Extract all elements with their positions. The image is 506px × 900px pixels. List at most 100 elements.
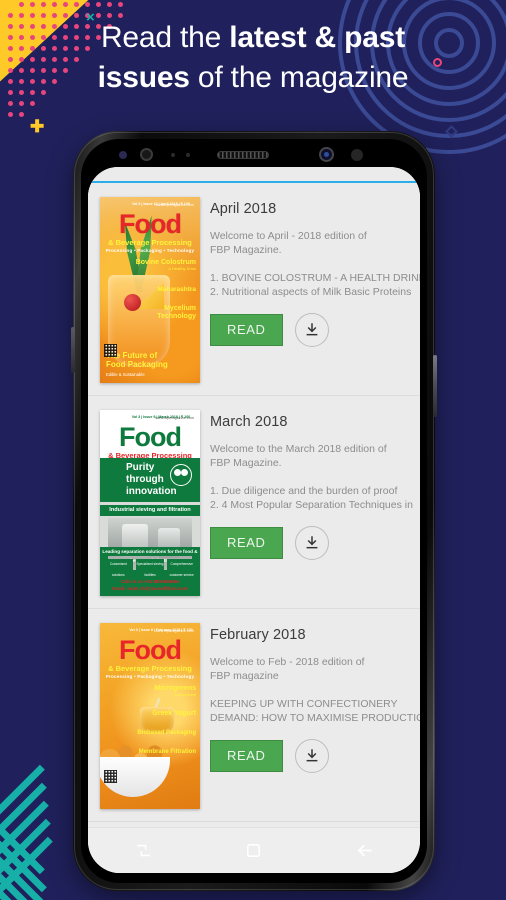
proximity-sensor-icon xyxy=(140,148,153,161)
download-button[interactable] xyxy=(294,526,329,560)
download-icon xyxy=(306,749,317,762)
iris-sensor-icon xyxy=(119,151,127,159)
qr-code-graphic xyxy=(104,770,117,783)
cover-masthead: Food & Beverage Processing Processing • … xyxy=(100,637,200,679)
headline-line-2: issues of the magazine xyxy=(0,58,506,98)
cover-headlines: Microgreens A Superfood Greek Yogurt Bio… xyxy=(134,685,196,755)
cover-masthead-food: Food xyxy=(119,422,182,452)
chevron-arm xyxy=(0,871,51,900)
dot xyxy=(118,2,123,7)
read-button[interactable]: READ xyxy=(210,527,283,559)
headline-bold-2: issues xyxy=(97,61,190,94)
chevron-arm xyxy=(0,853,49,900)
light-sensor-icon xyxy=(171,153,175,157)
advertiser-logo-icon xyxy=(170,464,192,486)
dot xyxy=(85,2,90,7)
cover-masthead: Food & Beverage Processing Processing • … xyxy=(100,211,200,253)
power-button[interactable] xyxy=(433,355,437,417)
magazine-cover-february[interactable]: www.fbpmagazine.com Vol 3 | Issue 8 | Fe… xyxy=(100,623,200,809)
issue-actions: READ xyxy=(210,739,420,773)
front-camera-icon xyxy=(319,147,334,162)
poster-headline: Read the latest & past issues of the mag… xyxy=(0,18,506,98)
download-icon xyxy=(306,536,317,549)
cover-issue-line: Vol 3 | Issue 9 | March 2018 | ₹ 100 xyxy=(131,415,191,419)
cover-masthead-tagline: Processing • Packaging • Technology xyxy=(105,673,195,679)
cover-box-2: Specialised sieving facilities xyxy=(135,559,165,577)
cover-box-3: Comprehensive customer service xyxy=(167,559,197,577)
back-arrow-icon xyxy=(357,844,372,857)
cover-masthead-tagline: Processing • Packaging • Technology xyxy=(105,247,195,253)
issue-description: Welcome to April - 2018 edition of FBP M… xyxy=(210,230,367,256)
download-button[interactable] xyxy=(294,739,329,773)
issue-actions: READ xyxy=(210,526,420,560)
recent-apps-icon xyxy=(136,844,150,857)
issue-description: Welcome to Feb - 2018 edition of FBP mag… xyxy=(210,656,365,682)
magazine-cover-march[interactable]: www.fbpmagazine.com Vol 3 | Issue 9 | Ma… xyxy=(100,410,200,596)
dot xyxy=(8,101,13,106)
list-item[interactable]: www.fbpmagazine.com Vol 3 | Issue 8 | Fe… xyxy=(88,609,420,822)
sensor-dot-icon xyxy=(186,153,190,157)
chevron-arm xyxy=(0,836,53,894)
cover-masthead-sub: & Beverage Processing xyxy=(108,664,192,673)
dot xyxy=(74,2,79,7)
cover-purity-text: Purity through innovation xyxy=(126,462,177,497)
cover-masthead-food: Food xyxy=(119,635,182,665)
dot xyxy=(30,2,35,7)
recents-button[interactable] xyxy=(120,834,166,868)
chevron-arm xyxy=(0,889,53,900)
dot xyxy=(19,112,24,117)
list-item[interactable]: www.fbpmagazine.com Vol 3 | Issue 10 | A… xyxy=(88,183,420,396)
cover-issue-line: Vol 3 | Issue 10 | April 2018 | ₹ 100 xyxy=(132,202,190,206)
dot xyxy=(52,2,57,7)
cover-contact: Call us on +91 8800558656 Email: sales.r… xyxy=(100,578,200,592)
cover-solution-bar: Leading separation solutions for the foo… xyxy=(100,547,200,563)
phone-screen: www.fbpmagazine.com Vol 3 | Issue 10 | A… xyxy=(88,167,420,873)
back-button[interactable] xyxy=(342,834,388,868)
headline-normal-1: Read the xyxy=(100,21,230,54)
android-nav-bar xyxy=(88,827,420,873)
cover-masthead-food: Food xyxy=(119,209,182,239)
magazine-app: www.fbpmagazine.com Vol 3 | Issue 10 | A… xyxy=(88,167,420,873)
list-item[interactable]: www.fbpmagazine.com Vol 3 | Issue 9 | Ma… xyxy=(88,396,420,609)
issue-contents: 1. BOVINE COLOSTRUM - A HEALTH DRINK 2. … xyxy=(210,272,420,298)
volume-button[interactable] xyxy=(71,327,75,373)
read-button[interactable]: READ xyxy=(210,740,283,772)
chevron-arm xyxy=(0,817,45,875)
dot xyxy=(8,112,13,117)
dot xyxy=(41,2,46,7)
cover-headline-3: Maharashtra xyxy=(157,285,196,293)
phone-bezel: www.fbpmagazine.com Vol 3 | Issue 10 | A… xyxy=(81,139,427,883)
magazine-cover-april[interactable]: www.fbpmagazine.com Vol 3 | Issue 10 | A… xyxy=(100,197,200,383)
issue-info: April 2018 Welcome to April - 2018 editi… xyxy=(210,197,420,383)
poster-root: × ✚ Read the latest & past issues of the… xyxy=(0,0,506,900)
download-icon xyxy=(306,323,317,336)
dot xyxy=(30,101,35,106)
cover-feature-boxes: Customised solutions Specialised sieving… xyxy=(104,559,197,577)
qr-code-graphic xyxy=(104,344,117,357)
cover-headlines: Bovine Colostrum A Healthy Drink Maharas… xyxy=(134,259,196,321)
blue-diamond-decoration xyxy=(445,125,458,138)
chevron-arm xyxy=(0,818,51,876)
issue-description: Welcome to the March 2018 edition of FBP… xyxy=(210,443,387,469)
issue-title: March 2018 xyxy=(210,414,288,430)
download-button[interactable] xyxy=(294,313,329,347)
headline-normal-2: of the magazine xyxy=(189,61,409,94)
cover-contact-phone: Call us on +91 8800558656 xyxy=(121,579,179,584)
issue-actions: READ xyxy=(210,313,420,347)
headline-bold-1: latest & past xyxy=(229,21,406,54)
chevron-arm xyxy=(0,782,47,840)
home-button[interactable] xyxy=(231,834,277,868)
issue-info: March 2018 Welcome to the March 2018 edi… xyxy=(210,410,420,596)
issue-list[interactable]: www.fbpmagazine.com Vol 3 | Issue 10 | A… xyxy=(88,183,420,873)
issue-contents: KEEPING UP WITH CONFECTIONERY DEMAND: HO… xyxy=(210,698,420,724)
issue-title: February 2018 xyxy=(210,627,306,643)
issue-contents: 1. Due diligence and the burden of proof… xyxy=(210,485,413,511)
home-icon xyxy=(247,844,261,857)
cover-headline-4: Mycelium Technology xyxy=(157,305,196,321)
cover-headline-2: A Superfood xyxy=(173,692,196,698)
dot xyxy=(107,2,112,7)
read-button[interactable]: READ xyxy=(210,314,283,346)
cover-issue-line: Vol 3 | Issue 8 | February 2018 | ₹ 100 xyxy=(129,628,193,632)
cover-headline-4: Biobased Packaging xyxy=(137,729,196,736)
issue-info: February 2018 Welcome to Feb - 2018 edit… xyxy=(210,623,420,809)
